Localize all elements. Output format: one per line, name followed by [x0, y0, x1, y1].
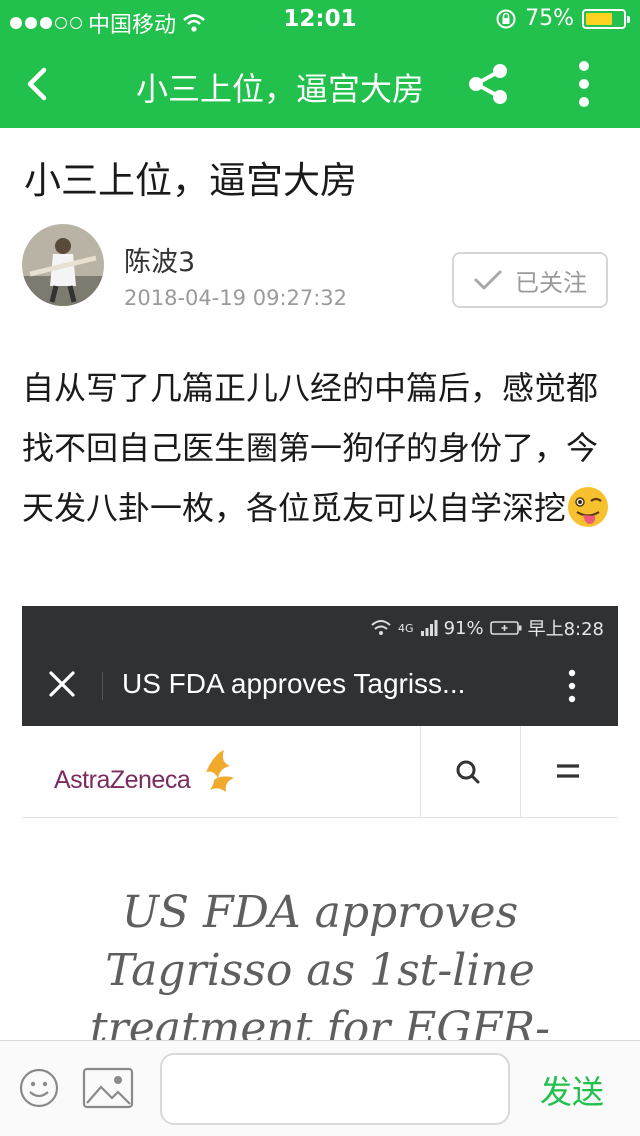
embedded-wifi-icon	[371, 620, 391, 635]
embedded-title-divider	[102, 672, 103, 700]
close-icon	[49, 671, 75, 697]
svg-text:AstraZeneca: AstraZeneca	[54, 766, 191, 794]
battery-icon	[582, 8, 630, 29]
more-options-icon[interactable]	[568, 58, 600, 110]
embedded-battery-icon	[489, 621, 522, 635]
article-body-text: 自从写了几篇正儿八经的中篇后，感觉都找不回自己医生圈第一狗仔的身份了，今天发八卦…	[22, 369, 599, 527]
embedded-clock: 早上8:28	[527, 619, 604, 640]
embedded-network: 4G	[398, 621, 414, 635]
hamburger-menu-icon	[557, 764, 579, 778]
battery-percent: 75%	[525, 6, 574, 31]
embedded-header-divider	[420, 726, 421, 818]
nav-bar: 小三上位，逼宫大房	[0, 40, 640, 128]
author-name[interactable]: 陈波3	[124, 240, 195, 279]
embedded-signal-icon	[420, 620, 438, 636]
rotation-lock-icon	[496, 9, 516, 28]
follow-label: 已关注	[515, 268, 587, 297]
comment-bar: 发送	[0, 1040, 640, 1136]
embedded-more-icon	[568, 669, 576, 703]
back-arrow-icon[interactable]	[18, 60, 58, 108]
image-icon[interactable]	[82, 1067, 134, 1109]
article-title: 小三上位，逼宫大房	[24, 159, 357, 202]
embedded-status-right: 4G 91% 早上8:28	[370, 615, 604, 641]
status-right: 75%	[495, 6, 630, 31]
embedded-screenshot[interactable]: 4G 91% 早上8:28 US FDA approves Tagriss...	[22, 606, 618, 1040]
nav-title: 小三上位，逼宫大房	[135, 70, 424, 108]
embedded-headline-line: US FDA approves	[121, 887, 519, 938]
search-icon	[456, 760, 480, 784]
status-bar: 中国移动 12:01 75%	[0, 0, 640, 40]
share-icon[interactable]	[466, 62, 510, 106]
winking-tongue-emoji-icon	[568, 487, 609, 527]
comment-input[interactable]	[160, 1053, 510, 1125]
author-avatar[interactable]	[22, 224, 104, 306]
embedded-header-divider	[520, 726, 521, 818]
follow-button[interactable]: 已关注	[452, 252, 608, 308]
emoji-icon[interactable]	[18, 1067, 60, 1109]
send-button[interactable]: 发送	[540, 1067, 604, 1113]
embedded-site-header: AstraZeneca	[22, 726, 618, 818]
embedded-title-bar: US FDA approves Tagriss...	[22, 644, 618, 726]
embedded-tab-title: US FDA approves Tagriss...	[122, 668, 466, 699]
article-body: 自从写了几篇正儿八经的中篇后，感觉都找不回自己医生圈第一狗仔的身份了，今天发八卦…	[22, 358, 622, 538]
publish-date: 2018-04-19 09:27:32	[124, 286, 348, 310]
top-bar: 中国移动 12:01 75% 小三上位，逼宫大房	[0, 0, 640, 128]
embedded-battery-percent: 91%	[443, 617, 484, 639]
embedded-headline: US FDA approves Tagrisso as 1st-line tre…	[22, 884, 618, 1040]
embedded-headline-line: treatment for EGFR-	[89, 1003, 551, 1040]
astrazeneca-logo: AstraZeneca	[54, 750, 234, 794]
embedded-status-bar: 4G 91% 早上8:28	[22, 606, 618, 644]
checkmark-icon	[474, 270, 502, 290]
embedded-headline-line: Tagrisso as 1st-line	[105, 945, 535, 996]
